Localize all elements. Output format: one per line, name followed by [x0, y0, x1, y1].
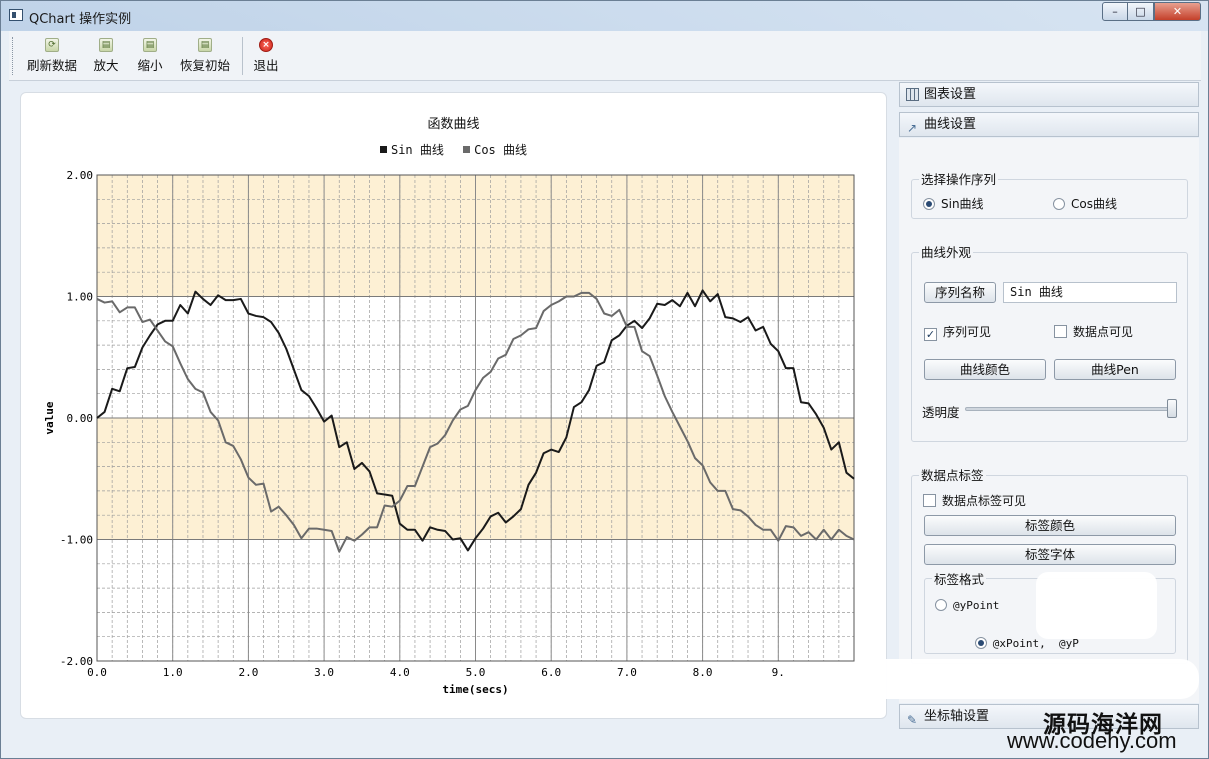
title-bar[interactable]: QChart 操作实例 – □ ✕ [1, 1, 1208, 31]
labels-visible-label: 数据点标签可见 [942, 494, 1027, 508]
refresh-data-label: 刷新数据 [26, 58, 77, 73]
radio-cos-indicator [1053, 198, 1065, 210]
chart-plot: 0.0 1.0 2.0 3.0 4.0 5.0 6.0 7.0 8.0 9.2.001.000.0… [43, 169, 855, 696]
x-tick-label: 8.0 [693, 666, 713, 679]
x-tick-label: 2.0 [238, 666, 258, 679]
x-tick-label: 6.0 [541, 666, 561, 679]
toolbar-separator [242, 37, 243, 75]
labels-title: 数据点标签 [919, 465, 986, 484]
label-format-title: 标签格式 [932, 569, 987, 588]
tab-chart-settings-label: 图表设置 [924, 87, 977, 102]
curve-color-button[interactable]: 曲线颜色 [924, 359, 1046, 380]
labels-visible-check [923, 494, 936, 507]
table-icon [906, 88, 919, 101]
exit-icon: × [259, 38, 273, 52]
exit-label: 退出 [253, 58, 279, 73]
close-button[interactable]: ✕ [1154, 2, 1201, 21]
overlay-patch-bottom [859, 659, 1199, 699]
opacity-slider-handle[interactable] [1167, 399, 1177, 418]
series-select-title: 选择操作序列 [919, 169, 999, 188]
x-tick-label: 4.0 [390, 666, 410, 679]
series-visible-checkbox[interactable]: ✓ 序列可见 [924, 323, 991, 341]
opacity-label: 透明度 [922, 405, 960, 420]
x-tick-label: 1.0 [163, 666, 183, 679]
maximize-button[interactable]: □ [1127, 2, 1154, 21]
points-visible-label: 数据点可见 [1073, 325, 1134, 339]
y-tick-label: 1.00 [67, 291, 94, 304]
radio-sin[interactable]: Sin曲线 [923, 195, 984, 212]
series-visible-check: ✓ [924, 328, 937, 341]
app-icon [9, 9, 23, 21]
y-tick-label: 0.00 [67, 412, 94, 425]
x-tick-label: 9. [772, 666, 785, 679]
refresh-icon: ⟳ [45, 38, 59, 52]
zoom-in-icon: ▤ [99, 38, 113, 52]
app-window: QChart 操作实例 – □ ✕ ⟳ 刷新数据 ▤ 放大 ▤ 缩小 ▤ 恢复初… [0, 0, 1209, 759]
x-tick-label: 7.0 [617, 666, 637, 679]
opacity-slider-track[interactable] [965, 407, 1177, 411]
zoom-out-button[interactable]: ▤ 缩小 [133, 35, 167, 77]
overlay-patch [1036, 572, 1157, 639]
exit-button[interactable]: × 退出 [249, 35, 283, 77]
refresh-data-button[interactable]: ⟳ 刷新数据 [23, 35, 81, 77]
series-name-button[interactable]: 序列名称 [924, 282, 996, 303]
minimize-button[interactable]: – [1102, 2, 1128, 21]
points-visible-check [1054, 325, 1067, 338]
zoom-out-icon: ▤ [143, 38, 157, 52]
radio-cos[interactable]: Cos曲线 [1053, 195, 1117, 212]
format-ypoint-label: @yPoint [953, 599, 1000, 612]
tab-curve-settings-label: 曲线设置 [924, 117, 977, 132]
x-tick-label: 5.0 [466, 666, 486, 679]
zoom-in-label: 放大 [93, 58, 119, 73]
tab-chart-settings[interactable]: 图表设置 [899, 82, 1199, 107]
label-font-button[interactable]: 标签字体 [924, 544, 1176, 565]
label-color-button[interactable]: 标签颜色 [924, 515, 1176, 536]
radio-sin-indicator [923, 198, 935, 210]
window-title: QChart 操作实例 [29, 12, 132, 27]
y-axis-label: value [43, 401, 56, 434]
y-tick-label: -2.00 [60, 655, 93, 668]
radio-sin-label: Sin曲线 [941, 197, 984, 211]
curve-icon: ↗ [907, 121, 918, 135]
reset-label: 恢复初始 [179, 58, 230, 73]
toolbar: ⟳ 刷新数据 ▤ 放大 ▤ 缩小 ▤ 恢复初始 × 退出 [9, 31, 1201, 81]
tab-curve-settings[interactable]: ↗ 曲线设置 [899, 112, 1199, 137]
y-tick-label: -1.00 [60, 534, 93, 547]
watermark-url: www.codehy.com [1007, 728, 1177, 753]
reset-icon: ▤ [198, 38, 212, 52]
reset-button[interactable]: ▤ 恢复初始 [177, 35, 233, 77]
series-visible-label: 序列可见 [943, 325, 992, 339]
radio-cos-label: Cos曲线 [1071, 197, 1117, 211]
zoom-in-button[interactable]: ▤ 放大 [89, 35, 123, 77]
chart-view[interactable]: 函数曲线 Sin 曲线 Cos 曲线 0.0 1.0 2.0 3.0 4.0 5.0 6.0… [20, 92, 887, 719]
x-axis-label: time(secs) [442, 683, 508, 696]
format-xy-indicator [974, 637, 987, 649]
zoom-out-label: 缩小 [137, 58, 163, 73]
axis-icon: ✎ [907, 713, 918, 727]
series-name-input[interactable]: Sin 曲线 [1003, 282, 1177, 303]
appearance-title: 曲线外观 [919, 242, 974, 261]
format-ypoint-radio[interactable]: @yPoint [935, 599, 999, 612]
toolbar-grip[interactable] [12, 37, 15, 75]
curve-pen-button[interactable]: 曲线Pen [1054, 359, 1176, 380]
points-visible-checkbox[interactable]: 数据点可见 [1054, 323, 1133, 340]
tab-axis-settings-label: 坐标轴设置 [924, 709, 990, 724]
format-ypoint-indicator [935, 599, 947, 611]
x-tick-label: 3.0 [314, 666, 334, 679]
y-tick-label: 2.00 [67, 169, 94, 182]
labels-visible-checkbox[interactable]: 数据点标签可见 [923, 492, 1026, 509]
curve-settings-panel: 选择操作序列 Sin曲线 Cos曲线 曲线外观 序列名称 Sin 曲线 ✓ 序列可… [899, 138, 1199, 703]
